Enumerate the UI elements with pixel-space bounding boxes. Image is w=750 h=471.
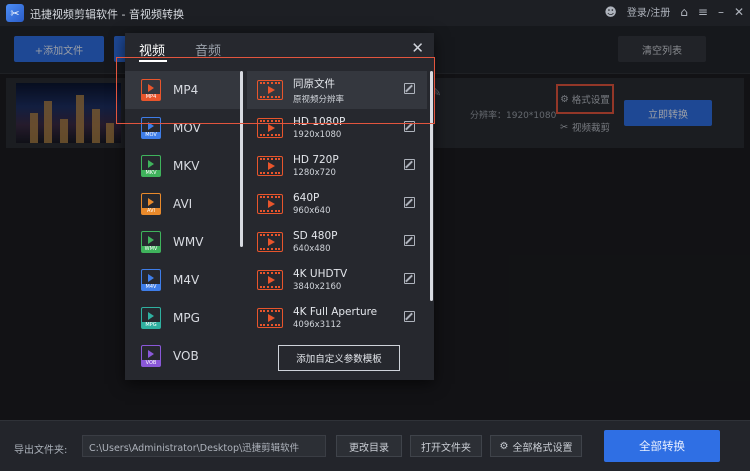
edit-icon[interactable]	[404, 311, 415, 322]
video-file-icon: WMV	[141, 231, 161, 253]
gear-icon: ⚙	[499, 440, 509, 452]
selection-highlight	[116, 57, 435, 124]
format-item-wmv[interactable]: WMV WMV	[125, 223, 240, 261]
add-custom-template-button[interactable]: 添加自定义参数模板	[278, 345, 400, 371]
format-item-mpg[interactable]: MPG MPG	[125, 299, 240, 337]
video-file-icon: M4V	[141, 269, 161, 291]
preset-item[interactable]: 640P 960x640	[247, 185, 427, 223]
close-icon[interactable]: ✕	[411, 39, 424, 57]
format-label: MKV	[173, 159, 200, 173]
preset-resolution: 1920x1080	[293, 130, 342, 140]
preset-resolution: 960x640	[293, 206, 331, 216]
video-file-icon: MPG	[141, 307, 161, 329]
close-icon[interactable]: ✕	[734, 5, 744, 19]
convert-all-button[interactable]: 全部转换	[604, 430, 720, 462]
edit-icon[interactable]	[404, 235, 415, 246]
format-label: MPG	[173, 311, 200, 325]
login-link[interactable]: 登录/注册	[627, 4, 670, 19]
film-icon	[257, 270, 283, 290]
open-folder-button[interactable]: 打开文件夹	[410, 435, 482, 457]
film-icon	[257, 156, 283, 176]
format-label: WMV	[173, 235, 204, 249]
home-icon[interactable]: ⌂	[680, 5, 688, 19]
film-icon	[257, 308, 283, 328]
minimize-icon[interactable]: –	[718, 5, 724, 19]
edit-icon[interactable]	[404, 159, 415, 170]
preset-name: HD 720P	[293, 154, 339, 166]
bottom-bar: 导出文件夹: C:\Users\Administrator\Desktop\迅捷…	[0, 420, 750, 471]
preset-resolution: 640x480	[293, 244, 331, 254]
all-format-setting-button[interactable]: ⚙ 全部格式设置	[490, 435, 582, 457]
export-path-field[interactable]: C:\Users\Administrator\Desktop\迅捷剪辑软件	[82, 435, 326, 457]
film-icon	[257, 194, 283, 214]
app-title: 迅捷视频剪辑软件 - 音视频转换	[30, 8, 184, 21]
format-item-avi[interactable]: AVI AVI	[125, 185, 240, 223]
change-dir-button[interactable]: 更改目录	[336, 435, 402, 457]
preset-name: 4K Full Aperture	[293, 306, 378, 318]
preset-resolution: 4096x3112	[293, 320, 342, 330]
edit-icon[interactable]	[404, 273, 415, 284]
all-format-setting-label: 全部格式设置	[512, 442, 573, 454]
edit-icon[interactable]	[404, 197, 415, 208]
preset-item[interactable]: 4K UHDTV 3840x2160	[247, 261, 427, 299]
preset-item[interactable]: 4K Full Aperture 4096x3112	[247, 299, 427, 337]
user-icon[interactable]: ☻	[604, 5, 617, 19]
preset-name: 4K UHDTV	[293, 268, 348, 280]
titlebar-controls: ☻ 登录/注册 ⌂ ≡ – ✕	[604, 4, 744, 20]
preset-name: SD 480P	[293, 230, 338, 242]
preset-item[interactable]: HD 720P 1280x720	[247, 147, 427, 185]
title-bar: ✂ 迅捷视频剪辑软件 - 音视频转换 ☻ 登录/注册 ⌂ ≡ – ✕	[0, 0, 750, 26]
format-label: AVI	[173, 197, 193, 211]
film-icon	[257, 232, 283, 252]
scissors-icon: ✂	[6, 4, 24, 22]
video-file-icon: VOB	[141, 345, 161, 367]
preset-item[interactable]: SD 480P 640x480	[247, 223, 427, 261]
export-folder-label: 导出文件夹:	[14, 445, 68, 456]
format-item-vob[interactable]: VOB VOB	[125, 337, 240, 375]
video-file-icon: MKV	[141, 155, 161, 177]
preset-resolution: 3840x2160	[293, 282, 342, 292]
video-file-icon: AVI	[141, 193, 161, 215]
format-label: M4V	[173, 273, 200, 287]
preset-name: 640P	[293, 192, 320, 204]
format-item-mkv[interactable]: MKV MKV	[125, 147, 240, 185]
format-label: VOB	[173, 349, 199, 363]
preset-resolution: 1280x720	[293, 168, 336, 178]
format-item-m4v[interactable]: M4V M4V	[125, 261, 240, 299]
menu-icon[interactable]: ≡	[698, 5, 708, 19]
